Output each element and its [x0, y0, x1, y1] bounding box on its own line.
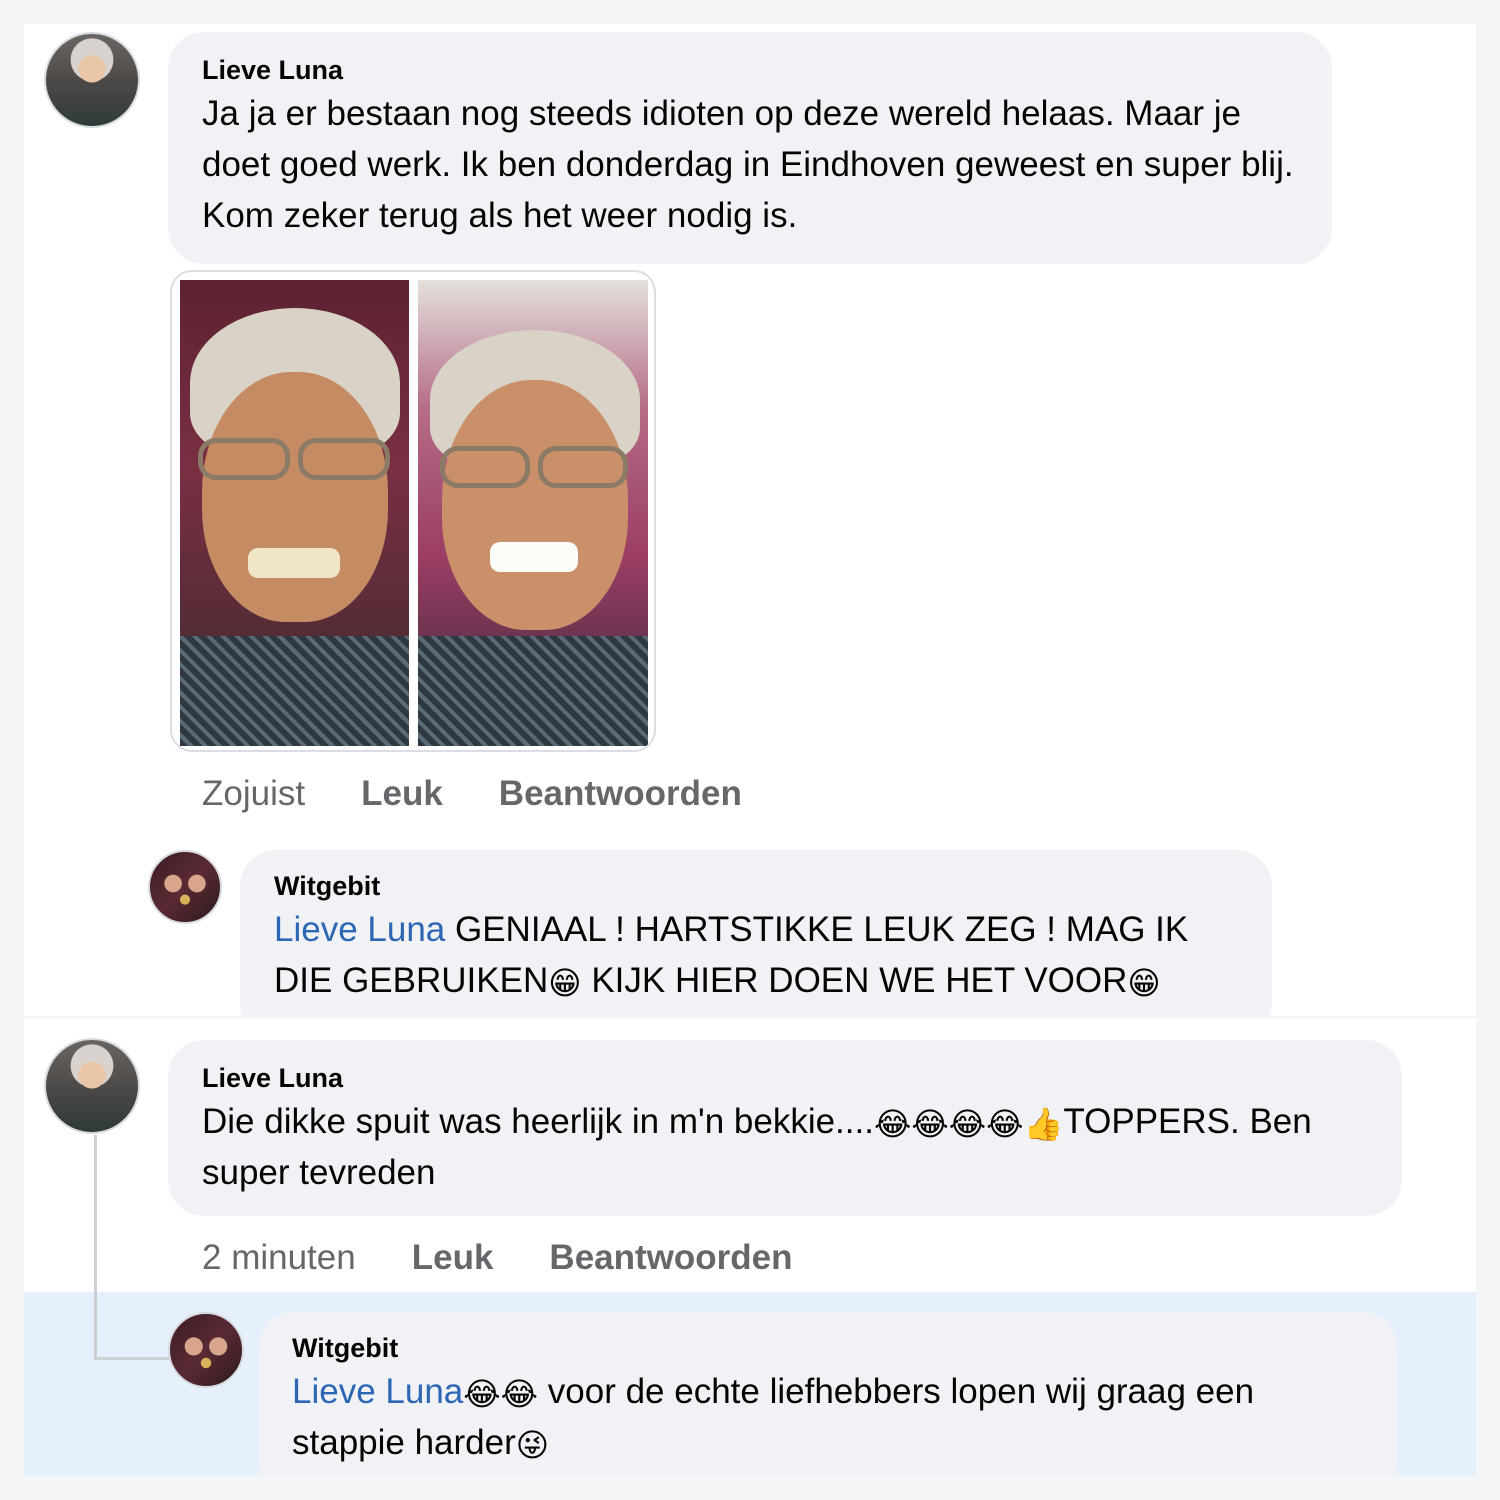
text-segment: Die dikke spuit was heerlijk in m'n bekk…: [202, 1102, 874, 1141]
wink-tongue-emoji-icon: 😜: [515, 1426, 550, 1464]
reply-button[interactable]: Beantwoorden: [499, 774, 742, 814]
comment-author[interactable]: Witgebit: [292, 1332, 1364, 1364]
comment-thread-top: Lieve Luna Ja ja er bestaan nog steeds i…: [24, 24, 1476, 1016]
comment-bubble: Lieve Luna Die dikke spuit was heerlijk …: [168, 1040, 1402, 1216]
thread-line: [94, 1135, 97, 1360]
comment-text: Lieve Luna GENIAAL ! HARTSTIKKE LEUK ZEG…: [274, 904, 1238, 1006]
comment-author[interactable]: Witgebit: [274, 870, 1238, 902]
avatar[interactable]: [44, 32, 140, 128]
reply-bubble: Witgebit Lieve Luna GENIAAL ! HARTSTIKKE…: [240, 850, 1272, 1016]
comment-actions: Zojuist Leuk Beantwoorden: [202, 774, 742, 814]
photo-attachment[interactable]: [170, 270, 656, 752]
comment-thread-bottom: Lieve Luna Die dikke spuit was heerlijk …: [24, 1018, 1476, 1476]
laugh-emoji-icon: 😂😂: [463, 1375, 539, 1413]
avatar[interactable]: [168, 1312, 244, 1388]
photo-before[interactable]: [180, 280, 409, 746]
mention-link[interactable]: Lieve Luna: [292, 1372, 463, 1411]
text-segment: KIJK HIER DOEN WE HET VOOR: [581, 961, 1128, 1000]
thread-line: [94, 1357, 174, 1360]
avatar[interactable]: [148, 850, 222, 924]
comment-bubble: Lieve Luna Ja ja er bestaan nog steeds i…: [168, 32, 1332, 264]
like-button[interactable]: Leuk: [412, 1238, 494, 1278]
comment-author[interactable]: Lieve Luna: [202, 54, 1298, 86]
mention-link[interactable]: Lieve Luna: [274, 910, 445, 949]
grin-emoji-icon: 😁: [1127, 964, 1161, 1002]
photo-after[interactable]: [418, 280, 648, 746]
comment-time[interactable]: 2 minuten: [202, 1238, 356, 1278]
avatar[interactable]: [44, 1038, 140, 1134]
reply-button[interactable]: Beantwoorden: [549, 1238, 792, 1278]
comment-text: Lieve Luna😂😂 voor de echte liefhebbers l…: [292, 1366, 1364, 1468]
comment-time[interactable]: Zojuist: [202, 774, 305, 814]
grin-emoji-icon: 😁: [548, 964, 582, 1002]
comment-actions: 2 minuten Leuk Beantwoorden: [202, 1238, 793, 1278]
comment-text: Die dikke spuit was heerlijk in m'n bekk…: [202, 1096, 1368, 1198]
laugh-emoji-icon: 😂😂😂😂👍: [873, 1105, 1064, 1143]
reply-bubble: Witgebit Lieve Luna😂😂 voor de echte lief…: [258, 1312, 1398, 1476]
like-button[interactable]: Leuk: [361, 774, 443, 814]
comment-author[interactable]: Lieve Luna: [202, 1062, 1368, 1094]
comment-text: Ja ja er bestaan nog steeds idioten op d…: [202, 94, 1294, 235]
